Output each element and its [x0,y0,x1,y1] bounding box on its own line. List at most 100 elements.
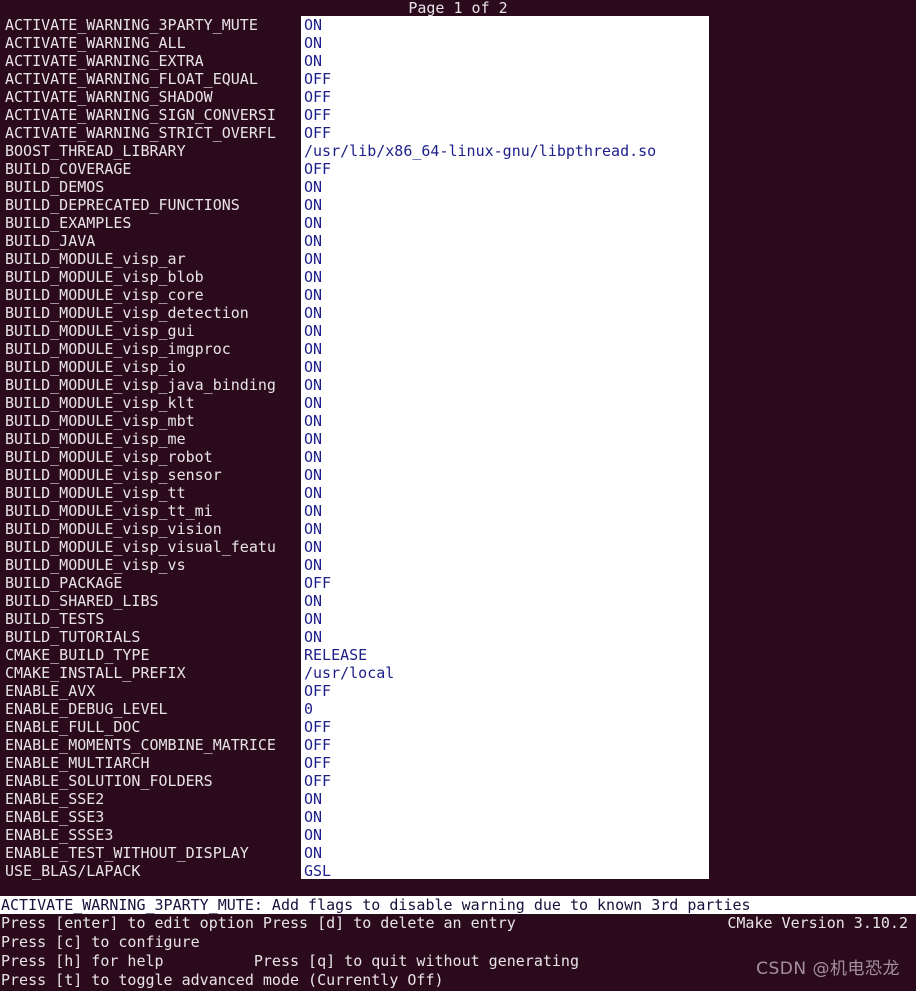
cache-row[interactable]: ENABLE_SOLUTION_FOLDERS OFF [0,772,916,790]
cache-entry-value[interactable]: OFF [304,736,331,754]
cache-row[interactable]: BUILD_MODULE_visp_me ON [0,430,916,448]
cache-row[interactable]: BUILD_JAVA ON [0,232,916,250]
cache-row[interactable]: ENABLE_DEBUG_LEVEL 0 [0,700,916,718]
cache-row[interactable]: BUILD_MODULE_visp_io ON [0,358,916,376]
cache-entry-value[interactable]: ON [304,340,322,358]
cache-entry-value[interactable]: ON [304,808,322,826]
cache-entry-value[interactable]: ON [304,214,322,232]
cache-row[interactable]: BUILD_TUTORIALS ON [0,628,916,646]
cache-entry-value[interactable]: /usr/local [304,664,394,682]
cache-entry-value[interactable]: ON [304,232,322,250]
cache-row[interactable]: BUILD_MODULE_visp_visual_featu ON [0,538,916,556]
cache-row[interactable]: ENABLE_MULTIARCH OFF [0,754,916,772]
cache-row[interactable]: BUILD_MODULE_visp_detection ON [0,304,916,322]
cache-entry-value[interactable]: OFF [304,754,331,772]
cache-row[interactable]: ACTIVATE_WARNING_SIGN_CONVERSI OFF [0,106,916,124]
cache-row[interactable]: ENABLE_SSE2 ON [0,790,916,808]
cache-entry-value[interactable]: ON [304,286,322,304]
cmake-cache-list[interactable]: ACTIVATE_WARNING_3PARTY_MUTE ON ACTIVATE_W… [0,16,916,880]
cache-row[interactable]: BUILD_MODULE_visp_gui ON [0,322,916,340]
cache-entry-value[interactable]: OFF [304,160,331,178]
cache-entry-value[interactable]: OFF [304,106,331,124]
cache-row[interactable]: BUILD_TESTS ON [0,610,916,628]
cache-entry-value[interactable]: 0 [304,700,313,718]
cache-row[interactable]: ACTIVATE_WARNING_STRICT_OVERFL OFF [0,124,916,142]
cache-row[interactable]: ENABLE_MOMENTS_COMBINE_MATRICE OFF [0,736,916,754]
cache-row[interactable]: BUILD_MODULE_visp_tt_mi ON [0,502,916,520]
cache-entry-value[interactable]: ON [304,448,322,466]
cache-entry-value[interactable]: ON [304,466,322,484]
cache-entry-value[interactable]: /usr/lib/x86_64-linux-gnu/libpthread.so [304,142,656,160]
cache-entry-name: ENABLE_SSSE3 [5,826,114,844]
cache-row[interactable]: BUILD_MODULE_visp_core ON [0,286,916,304]
cache-entry-value[interactable]: ON [304,196,322,214]
cache-row[interactable]: BUILD_MODULE_visp_tt ON [0,484,916,502]
cache-entry-value[interactable]: OFF [304,718,331,736]
cache-row[interactable]: BUILD_MODULE_visp_blob ON [0,268,916,286]
cache-entry-value[interactable]: ON [304,502,322,520]
cache-row[interactable]: ACTIVATE_WARNING_3PARTY_MUTE ON [0,16,916,34]
cache-entry-value[interactable]: ON [304,268,322,286]
cache-entry-value[interactable]: GSL [304,862,331,880]
cache-row[interactable]: BUILD_EXAMPLES ON [0,214,916,232]
cache-row[interactable]: BUILD_COVERAGE OFF [0,160,916,178]
cache-row[interactable]: ENABLE_SSE3 ON [0,808,916,826]
cache-entry-name: BUILD_SHARED_LIBS [5,592,159,610]
cache-entry-value[interactable]: ON [304,358,322,376]
cache-entry-value[interactable]: OFF [304,682,331,700]
cache-row[interactable]: BUILD_MODULE_visp_java_binding ON [0,376,916,394]
cache-entry-value[interactable]: ON [304,520,322,538]
cache-entry-value[interactable]: ON [304,538,322,556]
cache-row[interactable]: BUILD_MODULE_visp_vs ON [0,556,916,574]
cache-entry-value[interactable]: ON [304,412,322,430]
cache-entry-value[interactable]: ON [304,430,322,448]
cache-row[interactable]: ACTIVATE_WARNING_EXTRA ON [0,52,916,70]
cache-entry-value[interactable]: ON [304,628,322,646]
cache-entry-value[interactable]: ON [304,304,322,322]
cache-row[interactable]: BUILD_DEMOS ON [0,178,916,196]
cache-entry-value[interactable]: ON [304,250,322,268]
cache-row[interactable]: BUILD_MODULE_visp_imgproc ON [0,340,916,358]
cache-row[interactable]: CMAKE_BUILD_TYPE RELEASE [0,646,916,664]
cache-entry-value[interactable]: ON [304,16,322,34]
cache-entry-value[interactable]: ON [304,592,322,610]
cache-row[interactable]: ENABLE_AVX OFF [0,682,916,700]
cache-row[interactable]: BOOST_THREAD_LIBRARY/usr/lib/x86_64-linu… [0,142,916,160]
cache-row[interactable]: BUILD_MODULE_visp_klt ON [0,394,916,412]
cache-entry-value[interactable]: ON [304,394,322,412]
cache-entry-value[interactable]: ON [304,610,322,628]
cache-entry-value[interactable]: ON [304,556,322,574]
cache-entry-value[interactable]: OFF [304,124,331,142]
cache-entry-value[interactable]: ON [304,790,322,808]
cache-row[interactable]: ENABLE_FULL_DOC OFF [0,718,916,736]
cache-row[interactable]: ACTIVATE_WARNING_FLOAT_EQUAL OFF [0,70,916,88]
cache-row[interactable]: USE_BLAS/LAPACK GSL [0,862,916,880]
cache-entry-value[interactable]: ON [304,178,322,196]
cache-entry-value[interactable]: ON [304,484,322,502]
cache-entry-value[interactable]: OFF [304,70,331,88]
cache-entry-value[interactable]: ON [304,322,322,340]
cache-entry-value[interactable]: ON [304,376,322,394]
cache-row[interactable]: BUILD_MODULE_visp_robot ON [0,448,916,466]
cache-entry-value[interactable]: OFF [304,88,331,106]
cache-row[interactable]: CMAKE_INSTALL_PREFIX/usr/local [0,664,916,682]
cache-entry-value[interactable]: RELEASE [304,646,367,664]
cache-row[interactable]: ENABLE_TEST_WITHOUT_DISPLAY ON [0,844,916,862]
cache-entry-value[interactable]: OFF [304,772,331,790]
cache-row[interactable]: ENABLE_SSSE3 ON [0,826,916,844]
cache-entry-value[interactable]: ON [304,826,322,844]
cache-entry-value[interactable]: ON [304,34,322,52]
cache-row[interactable]: ACTIVATE_WARNING_ALL ON [0,34,916,52]
cache-row[interactable]: ACTIVATE_WARNING_SHADOW OFF [0,88,916,106]
cache-entry-name: BUILD_MODULE_visp_tt_mi [5,502,213,520]
cache-entry-value[interactable]: OFF [304,574,331,592]
cache-row[interactable]: BUILD_PACKAGE OFF [0,574,916,592]
cache-row[interactable]: BUILD_MODULE_visp_mbt ON [0,412,916,430]
cache-row[interactable]: BUILD_MODULE_visp_ar ON [0,250,916,268]
cache-row[interactable]: BUILD_SHARED_LIBS ON [0,592,916,610]
cache-row[interactable]: BUILD_DEPRECATED_FUNCTIONS ON [0,196,916,214]
cache-entry-value[interactable]: ON [304,52,322,70]
cache-row[interactable]: BUILD_MODULE_visp_vision ON [0,520,916,538]
cache-row[interactable]: BUILD_MODULE_visp_sensor ON [0,466,916,484]
cache-entry-value[interactable]: ON [304,844,322,862]
